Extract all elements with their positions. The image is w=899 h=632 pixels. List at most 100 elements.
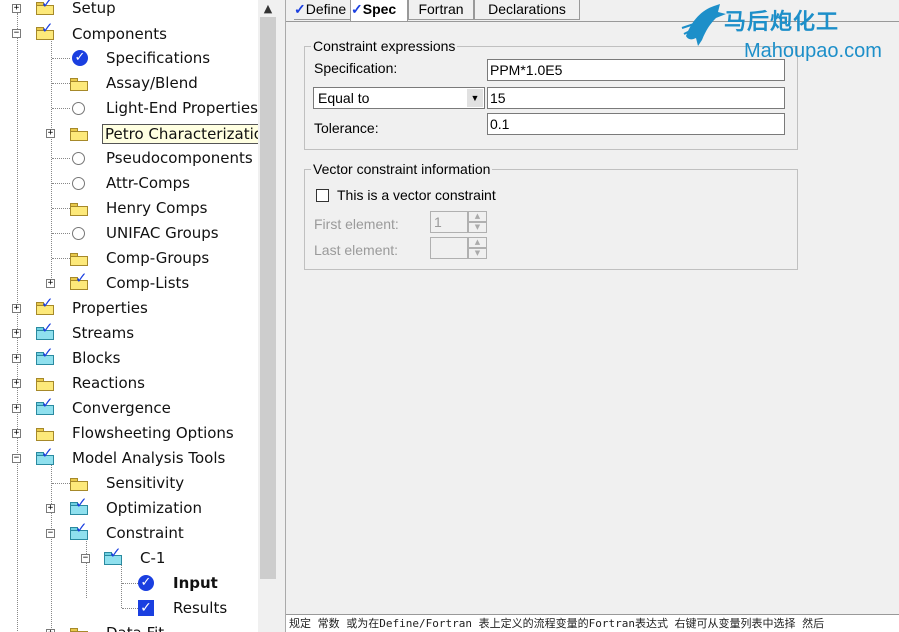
tree-item-c-1[interactable]: − ✓ C-1 [0, 546, 258, 575]
chevron-down-icon[interactable]: ▼ [467, 89, 483, 107]
tab-define[interactable]: ✓Define [294, 0, 350, 20]
folder-checked-icon: ✓ [36, 346, 54, 365]
tree-item-components[interactable]: − ✓ Components [0, 21, 258, 50]
tree-item-label: Optimization [106, 499, 202, 517]
last-element-spinner[interactable]: ▲ ▼ [468, 237, 487, 259]
expand-icon[interactable]: + [12, 379, 21, 388]
folder-checked-icon: ✓ [70, 271, 88, 290]
specification-label: Specification: [314, 60, 398, 76]
tree-item-label: Convergence [72, 399, 171, 417]
watermark-url-text: Mahoupao.com [744, 40, 882, 62]
expand-icon[interactable]: + [12, 354, 21, 363]
status-bar: 规定 常数 或为在Define/Fortran 表上定义的流程变量的Fortra… [286, 614, 899, 632]
tab-declarations[interactable]: Declarations [474, 0, 580, 20]
scroll-thumb[interactable] [260, 17, 276, 579]
tree-item-sensitivity[interactable]: Sensitivity [0, 474, 258, 500]
results-checked-icon: ✓ [138, 600, 154, 616]
tree-item-label: Comp-Lists [106, 274, 190, 292]
folder-icon [70, 478, 88, 491]
tree-item-optimization[interactable]: + ✓ Optimization [0, 496, 258, 525]
expand-icon[interactable]: + [12, 4, 21, 13]
expand-icon[interactable]: + [12, 329, 21, 338]
tree-item-properties[interactable]: + ✓ Properties [0, 296, 258, 325]
vector-constraint-checkbox-label: This is a vector constraint [337, 187, 496, 203]
expand-icon[interactable]: + [12, 429, 21, 438]
folder-checked-icon: ✓ [36, 296, 54, 315]
expand-icon[interactable]: + [12, 404, 21, 413]
tree-connector-line [52, 208, 70, 209]
tree-item-label: Components [72, 25, 167, 43]
last-element-input[interactable] [430, 237, 468, 259]
folder-icon [70, 78, 88, 91]
vector-constraint-checkbox[interactable] [316, 189, 329, 202]
first-element-input[interactable]: 1 [430, 211, 468, 233]
tab-fortran[interactable]: Fortran [408, 0, 474, 20]
first-element-label: First element: [314, 216, 399, 232]
navigation-tree[interactable]: + ✓ Setup − ✓ Components ✓ Specification… [0, 0, 258, 632]
constraint-value-input[interactable]: 15 [487, 87, 785, 109]
folder-checked-icon: ✓ [36, 21, 54, 40]
pane-splitter[interactable] [278, 0, 286, 632]
tree-item-blocks[interactable]: + ✓ Blocks [0, 346, 258, 375]
tab-spec-label: Spec [362, 1, 397, 17]
folder-icon [36, 378, 54, 391]
expand-icon[interactable]: + [46, 129, 55, 138]
tree-item-data-fit[interactable]: + Data Fit [0, 624, 258, 632]
completed-form-icon: ✓ [72, 50, 88, 66]
tree-item-label: Comp-Groups [106, 249, 210, 267]
tolerance-input[interactable]: 0.1 [487, 113, 785, 135]
tree-item-label: Attr-Comps [106, 174, 190, 192]
collapse-icon[interactable]: − [46, 529, 55, 538]
tree-item-flowsheeting-options[interactable]: + Flowsheeting Options [0, 424, 258, 450]
tree-item-specifications[interactable]: ✓ Specifications [0, 49, 258, 75]
tree-item-henry-comps[interactable]: Henry Comps [0, 199, 258, 225]
tree-item-attr-comps[interactable]: Attr-Comps [0, 174, 258, 200]
tree-item-label: Results [173, 599, 228, 617]
tree-connector-line [52, 158, 70, 159]
tree-item-comp-groups[interactable]: Comp-Groups [0, 249, 258, 275]
scroll-up-arrow-icon[interactable]: ▲ [258, 0, 278, 17]
tree-item-label: Henry Comps [106, 199, 208, 217]
collapse-icon[interactable]: − [81, 554, 90, 563]
tree-item-label: Petro Characterization [102, 124, 258, 144]
check-icon: ✓ [351, 1, 363, 17]
tree-scrollbar[interactable]: ▲ [258, 0, 278, 632]
tree-item-convergence[interactable]: + ✓ Convergence [0, 396, 258, 425]
tab-spec[interactable]: ✓Spec [350, 0, 408, 22]
tree-item-model-analysis-tools[interactable]: − ✓ Model Analysis Tools [0, 446, 258, 475]
operator-select[interactable]: Equal to ▼ [313, 87, 485, 109]
tree-item-label: Pseudocomponents [106, 149, 253, 167]
tree-item-reactions[interactable]: + Reactions [0, 374, 258, 400]
tree-connector-line [52, 58, 70, 59]
vector-constraint-group: Vector constraint information This is a … [304, 161, 798, 270]
empty-form-icon [72, 177, 85, 190]
tree-item-label: Setup [72, 0, 116, 17]
tree-item-constraint[interactable]: − ✓ Constraint [0, 521, 258, 550]
tree-item-pseudocomponents[interactable]: Pseudocomponents [0, 149, 258, 175]
tree-item-setup[interactable]: + ✓ Setup [0, 0, 258, 25]
tab-fortran-label: Fortran [418, 1, 464, 17]
collapse-icon[interactable]: − [12, 454, 21, 463]
expand-icon[interactable]: + [12, 304, 21, 313]
tree-item-label: Sensitivity [106, 474, 185, 492]
expand-icon[interactable]: + [46, 279, 55, 288]
tree-item-label: Input [173, 574, 218, 592]
tree-item-label: Constraint [106, 524, 184, 542]
folder-checked-icon: ✓ [70, 496, 88, 515]
tree-item-assay-blend[interactable]: Assay/Blend [0, 74, 258, 100]
expand-icon[interactable]: + [46, 504, 55, 513]
tree-item-label: Streams [72, 324, 135, 342]
tree-connector-line [52, 83, 70, 84]
folder-checked-icon: ✓ [36, 396, 54, 415]
tree-item-petro-characterization[interactable]: + Petro Characterization [0, 124, 258, 150]
tree-item-comp-lists[interactable]: + ✓ Comp-Lists [0, 271, 258, 300]
tree-connector-line [52, 258, 70, 259]
tree-item-results[interactable]: ✓ Results [0, 599, 258, 625]
tree-item-light-end-properties[interactable]: Light-End Properties [0, 99, 258, 125]
tree-item-unifac-groups[interactable]: UNIFAC Groups [0, 224, 258, 250]
tree-item-streams[interactable]: + ✓ Streams [0, 321, 258, 350]
tree-item-input[interactable]: ✓ Input [0, 574, 258, 600]
collapse-icon[interactable]: − [12, 29, 21, 38]
tree-item-label: Properties [72, 299, 148, 317]
first-element-spinner[interactable]: ▲ ▼ [468, 211, 487, 233]
